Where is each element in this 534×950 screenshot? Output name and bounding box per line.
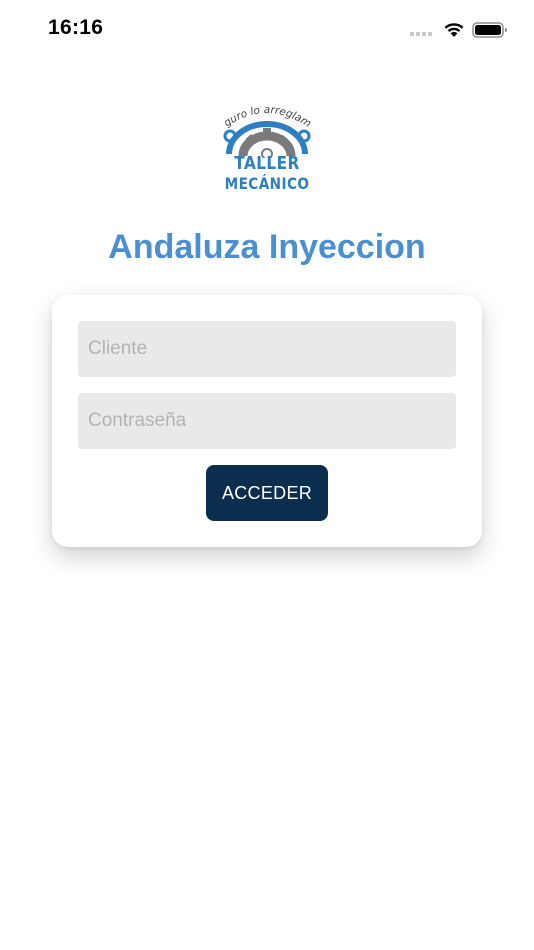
app-title: Andaluza Inyeccion bbox=[108, 228, 426, 266]
status-time: 16:16 bbox=[48, 16, 104, 39]
battery-icon bbox=[472, 22, 507, 38]
taller-mecanico-logo: ¡Seguro lo arreglamos! TALLER MECÁNICO bbox=[217, 100, 317, 196]
status-bar: 16:16 bbox=[0, 0, 534, 60]
login-button[interactable]: ACCEDER bbox=[206, 465, 328, 521]
wifi-icon bbox=[444, 23, 464, 37]
logo-text-mecanico: MECÁNICO bbox=[224, 174, 310, 193]
login-card: ACCEDER bbox=[52, 295, 482, 547]
cellular-signal-icon bbox=[410, 32, 436, 37]
password-input[interactable] bbox=[78, 393, 456, 449]
logo-text-taller: TALLER bbox=[234, 153, 300, 174]
gear-emblem-icon bbox=[223, 121, 311, 158]
client-input[interactable] bbox=[78, 321, 456, 377]
